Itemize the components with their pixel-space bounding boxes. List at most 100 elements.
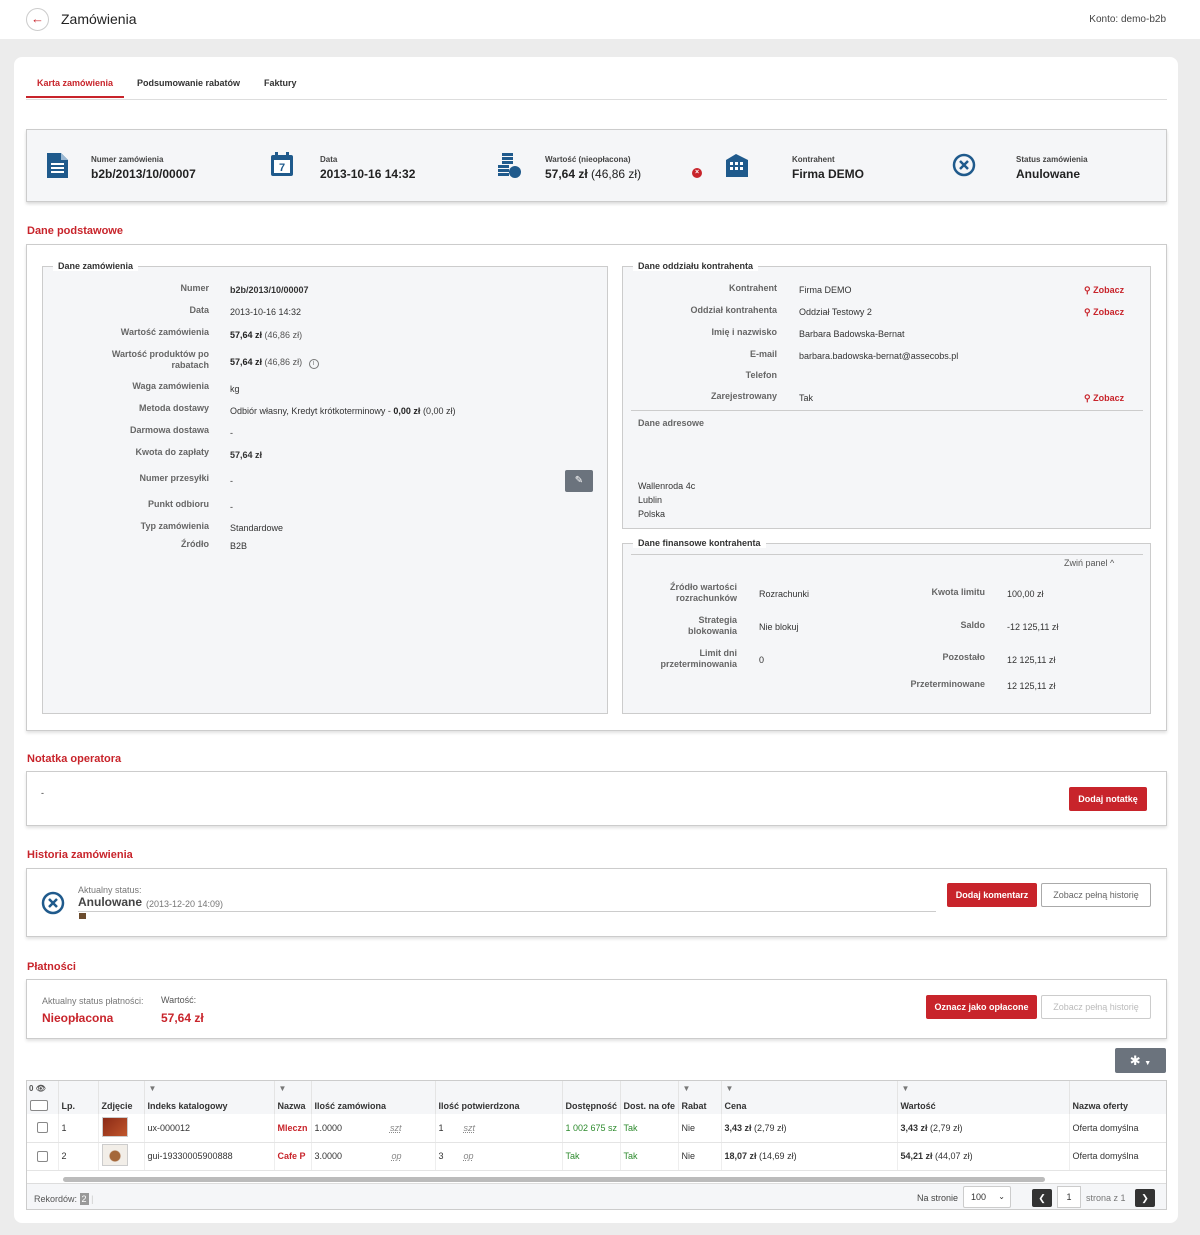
filter-icon[interactable]: ▼ xyxy=(726,1084,734,1093)
filter-icon[interactable]: ▼ xyxy=(279,1084,287,1093)
row-price: 3,43 zł (2,79 zł) xyxy=(721,1114,898,1143)
basic-data-title: Dane podstawowe xyxy=(27,225,123,237)
row-value: 54,21 zł (44,07 zł) xyxy=(897,1142,1070,1171)
remaining-label: Pozostało xyxy=(942,652,985,662)
branch-divider xyxy=(631,410,1143,411)
source-label: Źródło xyxy=(181,539,209,549)
order-number-value: b2b/2013/10/00007 xyxy=(230,285,309,295)
summary-date-label: Data xyxy=(320,155,338,164)
pickup-point-value: - xyxy=(230,502,233,512)
payments-full-history-button[interactable]: Zobacz pełną historię xyxy=(1041,995,1151,1019)
see-contractor-link[interactable]: ⚲ Zobacz xyxy=(1084,285,1124,296)
page-input[interactable]: 1 xyxy=(1057,1186,1081,1208)
row-qty-confirmed: 3 op xyxy=(435,1142,563,1171)
comment-icon[interactable] xyxy=(79,913,86,919)
add-comment-button[interactable]: Dodaj komentarz xyxy=(947,883,1037,907)
back-arrow-icon[interactable]: ← xyxy=(26,8,49,31)
shipment-number-label: Numer przesyłki xyxy=(139,473,209,483)
calendar-day: 7 xyxy=(279,162,285,174)
see-branch-link[interactable]: ⚲ Zobacz xyxy=(1084,307,1124,318)
col-header-name[interactable]: ▼ Nazwa xyxy=(274,1081,312,1114)
blocking-strategy-value: Nie blokuj xyxy=(759,622,799,632)
registered-label: Zarejestrowany xyxy=(710,391,777,401)
row-product-name[interactable]: Mleczn xyxy=(274,1114,312,1143)
tab-discount-summary[interactable]: Podsumowanie rabatów xyxy=(137,78,240,88)
summary-contractor-value: Firma DEMO xyxy=(792,167,865,181)
col-header-price[interactable]: ▼ Cena xyxy=(721,1081,898,1114)
order-data-fieldset: Dane zamówienia Numer b2b/2013/10/00007 … xyxy=(42,261,608,714)
free-delivery-label: Darmowa dostawa xyxy=(129,425,209,435)
table-row[interactable]: 2 gui-19330005900888 Cafe P 3.0000 op 3 op… xyxy=(27,1142,1166,1171)
col-header-lp[interactable]: Lp. xyxy=(58,1081,99,1114)
balance-value: -12 125,11 zł xyxy=(1007,622,1059,632)
row-index: gui-19330005900888 xyxy=(144,1142,275,1171)
table-footer: Rekordów: 2 | Na stronie 100 ⌄ ❮ 1 strona… xyxy=(27,1183,1166,1209)
edit-pencil-icon[interactable]: ✎ xyxy=(565,470,593,492)
finance-data-fieldset: Dane finansowe kontrahenta Zwiń panel ^ … xyxy=(622,538,1151,714)
collapse-panel-link[interactable]: Zwiń panel ^ xyxy=(1064,558,1114,568)
horizontal-scrollbar[interactable] xyxy=(63,1177,1045,1182)
full-history-button[interactable]: Zobacz pełną historię xyxy=(1041,883,1151,907)
order-value-label: Wartość zamówienia xyxy=(120,327,209,337)
row-discount: Nie xyxy=(678,1142,722,1171)
limit-amount-label: Kwota limitu xyxy=(931,587,986,597)
row-availability: Tak xyxy=(562,1142,621,1171)
row-product-name[interactable]: Cafe P xyxy=(274,1142,312,1171)
address-line-1: Wallenroda 4c xyxy=(638,481,696,491)
settings-gear-icon[interactable]: ✱ ▼ xyxy=(1115,1048,1166,1073)
blocking-strategy-label: Strategia blokowania xyxy=(687,615,737,636)
balance-label: Saldo xyxy=(960,620,985,630)
add-note-button[interactable]: Dodaj notatkę xyxy=(1069,787,1147,811)
col-header-photo[interactable]: Zdjęcie xyxy=(98,1081,145,1114)
tab-invoices[interactable]: Faktury xyxy=(264,78,297,88)
prev-page-button[interactable]: ❮ xyxy=(1032,1189,1052,1207)
col-header-availability[interactable]: Dostępność xyxy=(562,1081,621,1114)
limit-amount-value: 100,00 zł xyxy=(1007,589,1044,599)
history-cancelled-icon xyxy=(41,891,65,915)
row-qty-ordered: 3.0000 op xyxy=(311,1142,436,1171)
row-price: 18,07 zł (14,69 zł) xyxy=(721,1142,898,1171)
per-page-select[interactable]: 100 ⌄ xyxy=(963,1186,1011,1208)
column-settings-header[interactable]: 0 👁 xyxy=(27,1081,59,1114)
product-thumbnail[interactable] xyxy=(101,1144,128,1166)
settlement-source-label: Źródło wartości rozrachunków xyxy=(669,582,737,603)
col-header-index[interactable]: ▼ Indeks katalogowy xyxy=(144,1081,275,1114)
summary-value-label: Wartość (nieopłacona) xyxy=(545,155,631,164)
chevron-down-icon: ⌄ xyxy=(998,1192,1005,1201)
order-value-value: 57,64 zł (46,86 zł) xyxy=(230,330,303,340)
col-header-qty-confirmed[interactable]: Ilość potwierdzona xyxy=(435,1081,563,1114)
row-checkbox[interactable] xyxy=(36,1150,48,1162)
name-label: Imię i nazwisko xyxy=(711,327,777,337)
filter-icon[interactable]: ▼ xyxy=(149,1084,157,1093)
filter-icon[interactable]: ▼ xyxy=(902,1084,910,1093)
info-icon[interactable]: i xyxy=(308,359,319,369)
col-header-discount[interactable]: ▼ Rabat xyxy=(678,1081,722,1114)
row-offer-availability: Tak xyxy=(620,1114,679,1143)
delivery-method-value: Odbiór własny, Kredyt krótkoterminowy - … xyxy=(230,406,456,416)
products-table-wrapper: 0 👁 Lp. Zdjęcie ▼ Indeks katalogowy ▼ Nazw… xyxy=(26,1080,1167,1210)
free-delivery-value: - xyxy=(230,428,233,438)
see-registration-link[interactable]: ⚲ Zobacz xyxy=(1084,393,1124,404)
mark-paid-button[interactable]: Oznacz jako opłacone xyxy=(926,995,1037,1019)
select-all-checkbox[interactable] xyxy=(30,1100,48,1111)
col-header-qty-ordered[interactable]: Ilość zamówiona xyxy=(311,1081,436,1114)
row-checkbox[interactable] xyxy=(36,1122,48,1134)
filter-icon[interactable]: ▼ xyxy=(683,1084,691,1093)
next-page-button[interactable]: ❯ xyxy=(1135,1189,1155,1207)
order-history-box: Aktualny status: Anulowane (2013-12-20 1… xyxy=(26,868,1167,937)
product-thumbnail[interactable] xyxy=(101,1116,128,1137)
payment-value-label: Wartość: xyxy=(161,995,197,1005)
amount-to-pay-label: Kwota do zapłaty xyxy=(135,447,209,457)
summary-status-label: Status zamówienia xyxy=(1016,155,1088,164)
tab-order-card[interactable]: Karta zamówienia xyxy=(37,78,113,88)
branch-data-legend: Dane oddziału kontrahenta xyxy=(633,261,759,271)
summary-value-value: 57,64 zł (46,86 zł) xyxy=(545,167,642,181)
col-header-offer-availability[interactable]: Dost. na ofe xyxy=(620,1081,679,1114)
table-row[interactable]: 1 ux-000012 Mleczn 1.0000 szt 1 szt 1 002 … xyxy=(27,1114,1166,1143)
order-data-legend: Dane zamówienia xyxy=(53,261,139,271)
row-lp: 1 xyxy=(58,1114,99,1143)
pickup-point-label: Punkt odbioru xyxy=(148,499,209,509)
col-header-value[interactable]: ▼ Wartość xyxy=(897,1081,1070,1114)
col-header-offer-name[interactable]: Nazwa oferty xyxy=(1069,1081,1166,1114)
row-discount: Nie xyxy=(678,1114,722,1143)
